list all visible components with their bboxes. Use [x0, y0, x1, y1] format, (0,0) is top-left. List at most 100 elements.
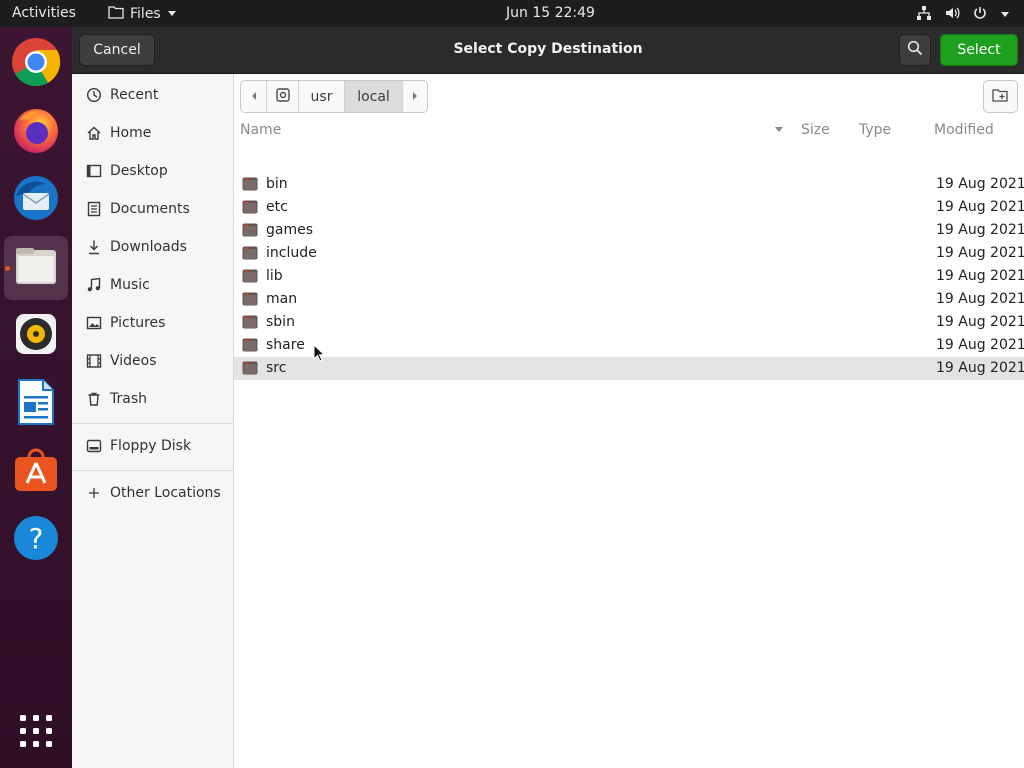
sidebar-item-label: Videos — [110, 353, 157, 369]
column-header-modified[interactable]: Modified — [934, 122, 994, 144]
list-item[interactable]: sbin 19 Aug 2021 — [234, 311, 1024, 334]
sidebar-item-recent[interactable]: Recent — [72, 77, 233, 113]
trash-icon — [86, 391, 102, 407]
power-icon — [972, 5, 988, 25]
file-name: sbin — [266, 314, 295, 330]
file-modified: 19 Aug 2021 — [936, 314, 1024, 330]
column-header-size[interactable]: Size — [801, 122, 830, 144]
sidebar-item-other-locations[interactable]: Other Locations — [72, 475, 233, 511]
select-button[interactable]: Select — [940, 34, 1018, 66]
sidebar-item-floppy-disk[interactable]: Floppy Disk — [72, 428, 233, 464]
sidebar-item-label: Home — [110, 125, 152, 141]
path-segment-root[interactable] — [267, 81, 299, 112]
clock-icon — [86, 87, 102, 103]
list-item[interactable]: include 19 Aug 2021 — [234, 242, 1024, 265]
file-name: src — [266, 360, 287, 376]
sidebar-separator — [72, 470, 233, 471]
sidebar-item-label: Recent — [110, 87, 159, 103]
files-launcher[interactable] — [4, 236, 68, 300]
folder-icon — [242, 338, 258, 352]
chrome-launcher[interactable] — [4, 32, 68, 96]
system-tray[interactable] — [916, 5, 1010, 25]
rhythmbox-icon — [14, 312, 58, 360]
path-segment[interactable]: usr — [299, 81, 345, 112]
file-modified: 19 Aug 2021 — [936, 222, 1024, 238]
thunderbird-launcher[interactable] — [4, 168, 68, 232]
sidebar-item-music[interactable]: Music — [72, 267, 233, 303]
file-modified: 19 Aug 2021 — [936, 337, 1024, 353]
document-icon — [86, 201, 102, 217]
path-segment-current[interactable]: local — [345, 81, 403, 112]
list-item[interactable]: share 19 Aug 2021 — [234, 334, 1024, 357]
file-name: lib — [266, 268, 283, 284]
file-modified: 19 Aug 2021 — [936, 268, 1024, 284]
drive-root-icon — [275, 87, 291, 107]
sidebar-item-trash[interactable]: Trash — [72, 381, 233, 417]
column-header-label: Name — [240, 122, 282, 138]
sidebar-item-label: Floppy Disk — [110, 438, 192, 454]
firefox-launcher[interactable] — [4, 100, 68, 164]
folder-icon — [242, 269, 258, 283]
list-item[interactable]: man 19 Aug 2021 — [234, 288, 1024, 311]
folder-icon — [242, 361, 258, 375]
sidebar-item-home[interactable]: Home — [72, 115, 233, 151]
file-name: games — [266, 222, 314, 238]
file-name: man — [266, 291, 298, 307]
sidebar-item-label: Documents — [110, 201, 190, 217]
chevron-left-icon — [250, 89, 258, 105]
new-folder-icon — [991, 87, 1010, 107]
software-launcher[interactable] — [4, 440, 68, 504]
music-icon — [86, 277, 102, 293]
activities-button[interactable]: Activities — [12, 5, 76, 21]
column-header-name[interactable]: Name — [240, 122, 281, 144]
file-modified: 19 Aug 2021 — [936, 199, 1024, 215]
path-forward-button[interactable] — [403, 81, 427, 112]
rhythmbox-launcher[interactable] — [4, 304, 68, 368]
sidebar-separator — [72, 423, 233, 424]
dock: ? — [0, 27, 72, 768]
svg-text:?: ? — [29, 522, 44, 555]
folder-icon — [242, 315, 258, 329]
chevron-down-icon — [1000, 7, 1010, 23]
folder-icon — [242, 200, 258, 214]
list-item[interactable]: etc 19 Aug 2021 — [234, 196, 1024, 219]
chevron-right-icon — [411, 89, 419, 105]
dialog-title: Select Copy Destination — [453, 41, 643, 57]
file-modified: 19 Aug 2021 — [936, 176, 1024, 192]
sidebar-item-videos[interactable]: Videos — [72, 343, 233, 379]
search-button[interactable] — [899, 34, 931, 66]
file-chooser-dialog: Cancel Select Copy Destination Select Re… — [72, 27, 1024, 768]
column-header-type[interactable]: Type — [859, 122, 891, 144]
list-item[interactable]: bin 19 Aug 2021 — [234, 173, 1024, 196]
path-back-button[interactable] — [241, 81, 267, 112]
list-item[interactable]: lib 19 Aug 2021 — [234, 265, 1024, 288]
app-menu-files[interactable]: Files — [108, 5, 177, 23]
sidebar-item-pictures[interactable]: Pictures — [72, 305, 233, 341]
sidebar-item-label: Trash — [110, 391, 147, 407]
video-icon — [86, 353, 102, 369]
home-icon — [86, 125, 102, 141]
clock[interactable]: Jun 15 22:49 — [506, 5, 595, 21]
sidebar-item-downloads[interactable]: Downloads — [72, 229, 233, 265]
folder-icon — [242, 223, 258, 237]
chevron-down-icon — [167, 6, 177, 22]
sidebar-item-label: Desktop — [110, 163, 168, 179]
firefox-icon — [12, 106, 60, 158]
show-applications-button[interactable] — [4, 701, 68, 765]
new-folder-button[interactable] — [983, 80, 1018, 113]
folder-icon — [242, 177, 258, 191]
sort-descending-icon — [774, 122, 784, 138]
header-bar: Cancel Select Copy Destination Select — [72, 27, 1024, 74]
list-item[interactable]: games 19 Aug 2021 — [234, 219, 1024, 242]
sidebar-item-documents[interactable]: Documents — [72, 191, 233, 227]
list-item-selected[interactable]: src 19 Aug 2021 — [234, 357, 1024, 380]
search-icon — [907, 40, 923, 60]
help-launcher[interactable]: ? — [4, 508, 68, 572]
sidebar-item-desktop[interactable]: Desktop — [72, 153, 233, 189]
help-icon: ? — [13, 515, 59, 565]
writer-launcher[interactable] — [4, 372, 68, 436]
sidebar-item-label: Music — [110, 277, 150, 293]
sidebar-item-label: Other Locations — [110, 485, 221, 501]
folder-icon — [242, 292, 258, 306]
sidebar-item-label: Pictures — [110, 315, 166, 331]
